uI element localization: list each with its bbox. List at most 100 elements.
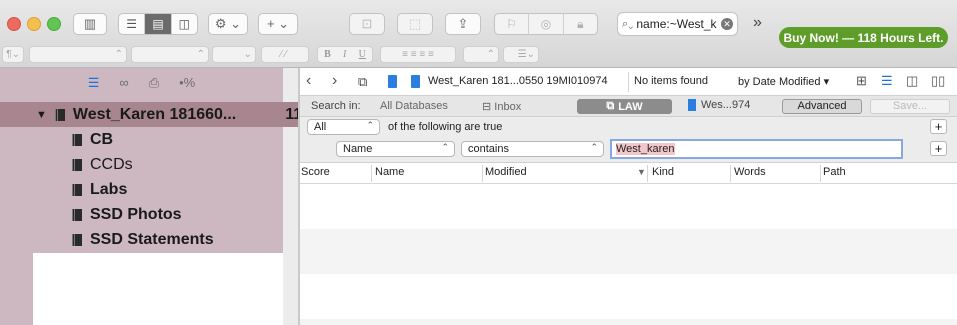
book-icon	[388, 75, 397, 88]
criterion-value-field[interactable]: West_karen	[610, 139, 903, 159]
column-kind[interactable]: Kind	[652, 166, 674, 178]
new-item-menu-button[interactable]: + ⌄	[258, 13, 298, 35]
empty-row	[300, 319, 957, 325]
criterion-value: West_karen	[616, 143, 675, 155]
highlight-color-buttons[interactable]: ⁄ ⁄	[261, 46, 309, 63]
scope-group-label: Wes...974	[701, 99, 751, 111]
scope-law[interactable]: ⧉ LAW	[577, 99, 672, 114]
view-list-icon[interactable]: ▤	[145, 14, 172, 34]
empty-row	[300, 274, 957, 319]
disclosure-triangle-icon[interactable]: ▼	[36, 109, 47, 121]
alignment-buttons[interactable]: ≡ ≡ ≡ ≡	[380, 46, 456, 63]
list-icon[interactable]: ☰	[88, 75, 100, 91]
cover-flow-icon[interactable]: ▯▯	[931, 73, 945, 89]
bold-button[interactable]: B	[324, 49, 331, 60]
results-list[interactable]	[300, 184, 957, 325]
group-icon	[72, 208, 82, 221]
scope-inbox-label: Inbox	[494, 101, 522, 113]
plus-icon: + ⌄	[266, 16, 290, 31]
group-icon	[54, 108, 65, 121]
sidebar-empty-area	[33, 253, 283, 325]
italic-button[interactable]: I	[343, 49, 346, 60]
font-family-popup[interactable]: ⌃	[29, 46, 127, 63]
empty-row	[300, 229, 957, 274]
field-value: Name	[343, 143, 373, 155]
glasses-icon[interactable]: ∞	[119, 75, 128, 90]
buy-now-button[interactable]: Buy Now! — 118 Hours Left.	[779, 27, 948, 48]
move-icon: ⊡	[361, 16, 373, 31]
scope-group[interactable]: Wes...974	[688, 99, 750, 111]
match-value: All	[314, 121, 327, 133]
move-button[interactable]: ⊡	[349, 13, 385, 35]
column-name[interactable]: Name	[375, 166, 404, 178]
sidebar-item-label: SSD Statements	[90, 230, 214, 248]
plus-icon: +	[934, 141, 943, 156]
tags-icon[interactable]: ⎙	[149, 75, 159, 91]
share-icon: ⇪	[457, 16, 469, 31]
font-size-popup[interactable]: ⌄	[212, 46, 256, 63]
sidebar-icon: ▥	[83, 16, 97, 31]
separator	[820, 165, 821, 182]
separator	[730, 165, 731, 182]
text-style-buttons[interactable]: B I U	[317, 46, 373, 63]
replicate-button[interactable]: ⬚	[397, 13, 433, 35]
save-search-button[interactable]: Save...	[870, 99, 950, 114]
sort-popup[interactable]: by Date Modified ▾	[738, 75, 829, 88]
flag-label-segment[interactable]: ⚐ ◎ 🔒︎	[494, 13, 598, 35]
sidebar-tabs: ☰ ∞ ⎙ •%	[0, 68, 283, 97]
sidebar-item-label: CCDs	[90, 155, 133, 173]
database-icon[interactable]: ⧉	[358, 74, 367, 90]
toolbar: ▥ ☰ ▤ ◫ ⚙︎ ⌄ + ⌄ ⊡ ⬚ ⇪ ⚐ ◎ 🔒︎ ⌕⌄ name:~W…	[0, 0, 957, 68]
lock-icon[interactable]: 🔒︎	[564, 14, 597, 34]
grid-view-icon[interactable]: ⊞	[856, 73, 867, 89]
close-window-button[interactable]	[7, 17, 21, 31]
list-style-popup[interactable]: ☰⌄	[503, 46, 539, 63]
action-menu-button[interactable]: ⚙︎ ⌄	[208, 13, 248, 35]
column-view-icon[interactable]: ◫	[906, 73, 918, 89]
match-all-popup[interactable]: All	[307, 119, 380, 135]
advanced-button[interactable]: Advanced	[782, 99, 862, 114]
sidebar-item-label: Labs	[90, 180, 128, 198]
font-style-popup[interactable]: ⌃	[131, 46, 209, 63]
operator-popup[interactable]: contains	[461, 141, 604, 157]
clear-search-icon[interactable]: ✕	[721, 18, 733, 30]
back-icon[interactable]: ‹	[306, 72, 311, 90]
view-mode-segment[interactable]: ☰ ▤ ◫	[118, 13, 198, 35]
column-score[interactable]: Score	[301, 166, 330, 178]
operator-value: contains	[468, 143, 509, 155]
forward-icon[interactable]: ›	[332, 72, 337, 90]
share-button[interactable]: ⇪	[445, 13, 481, 35]
document-title[interactable]: West_Karen 181...0550 19MI010974	[428, 75, 608, 87]
add-criterion-button[interactable]: +	[930, 119, 947, 134]
search-field[interactable]: ⌕⌄ name:~West_k ✕	[617, 12, 738, 36]
separator	[371, 165, 372, 182]
add-criterion-button[interactable]: +	[930, 141, 947, 156]
toolbar-overflow-button[interactable]: »	[753, 14, 762, 32]
paragraph-style-popup[interactable]: ¶⌄	[2, 46, 24, 63]
group-icon	[72, 183, 82, 196]
flag-icon[interactable]: ⚐	[495, 14, 530, 34]
sidebar-item-west-karen[interactable]: ▼ West_Karen 181660... 115	[0, 102, 319, 127]
search-value: name:~West_k	[636, 17, 717, 31]
book-icon	[411, 75, 420, 88]
group-icon	[72, 233, 82, 246]
list-view-icon[interactable]: ☰	[881, 73, 893, 89]
underline-button[interactable]: U	[359, 49, 366, 60]
plus-icon: +	[934, 119, 943, 134]
percent-icon[interactable]: •%	[179, 75, 195, 90]
minimize-window-button[interactable]	[27, 17, 41, 31]
column-modified[interactable]: Modified	[485, 166, 527, 178]
view-split-icon[interactable]: ◫	[172, 14, 197, 34]
zoom-window-button[interactable]	[47, 17, 61, 31]
sidebar-toggle-button[interactable]: ▥	[73, 13, 107, 35]
scope-inbox[interactable]: ⊟ Inbox	[482, 100, 521, 113]
label-icon[interactable]: ◎	[529, 14, 564, 34]
search-icon: ⌕⌄	[622, 17, 634, 30]
view-icons-icon[interactable]: ☰	[119, 14, 146, 34]
field-popup[interactable]: Name	[336, 141, 455, 157]
column-path[interactable]: Path	[823, 166, 846, 178]
line-spacing-popup[interactable]: ⌃	[463, 46, 499, 63]
scope-all-databases[interactable]: All Databases	[380, 100, 448, 112]
column-words[interactable]: Words	[734, 166, 766, 178]
empty-row	[300, 184, 957, 229]
